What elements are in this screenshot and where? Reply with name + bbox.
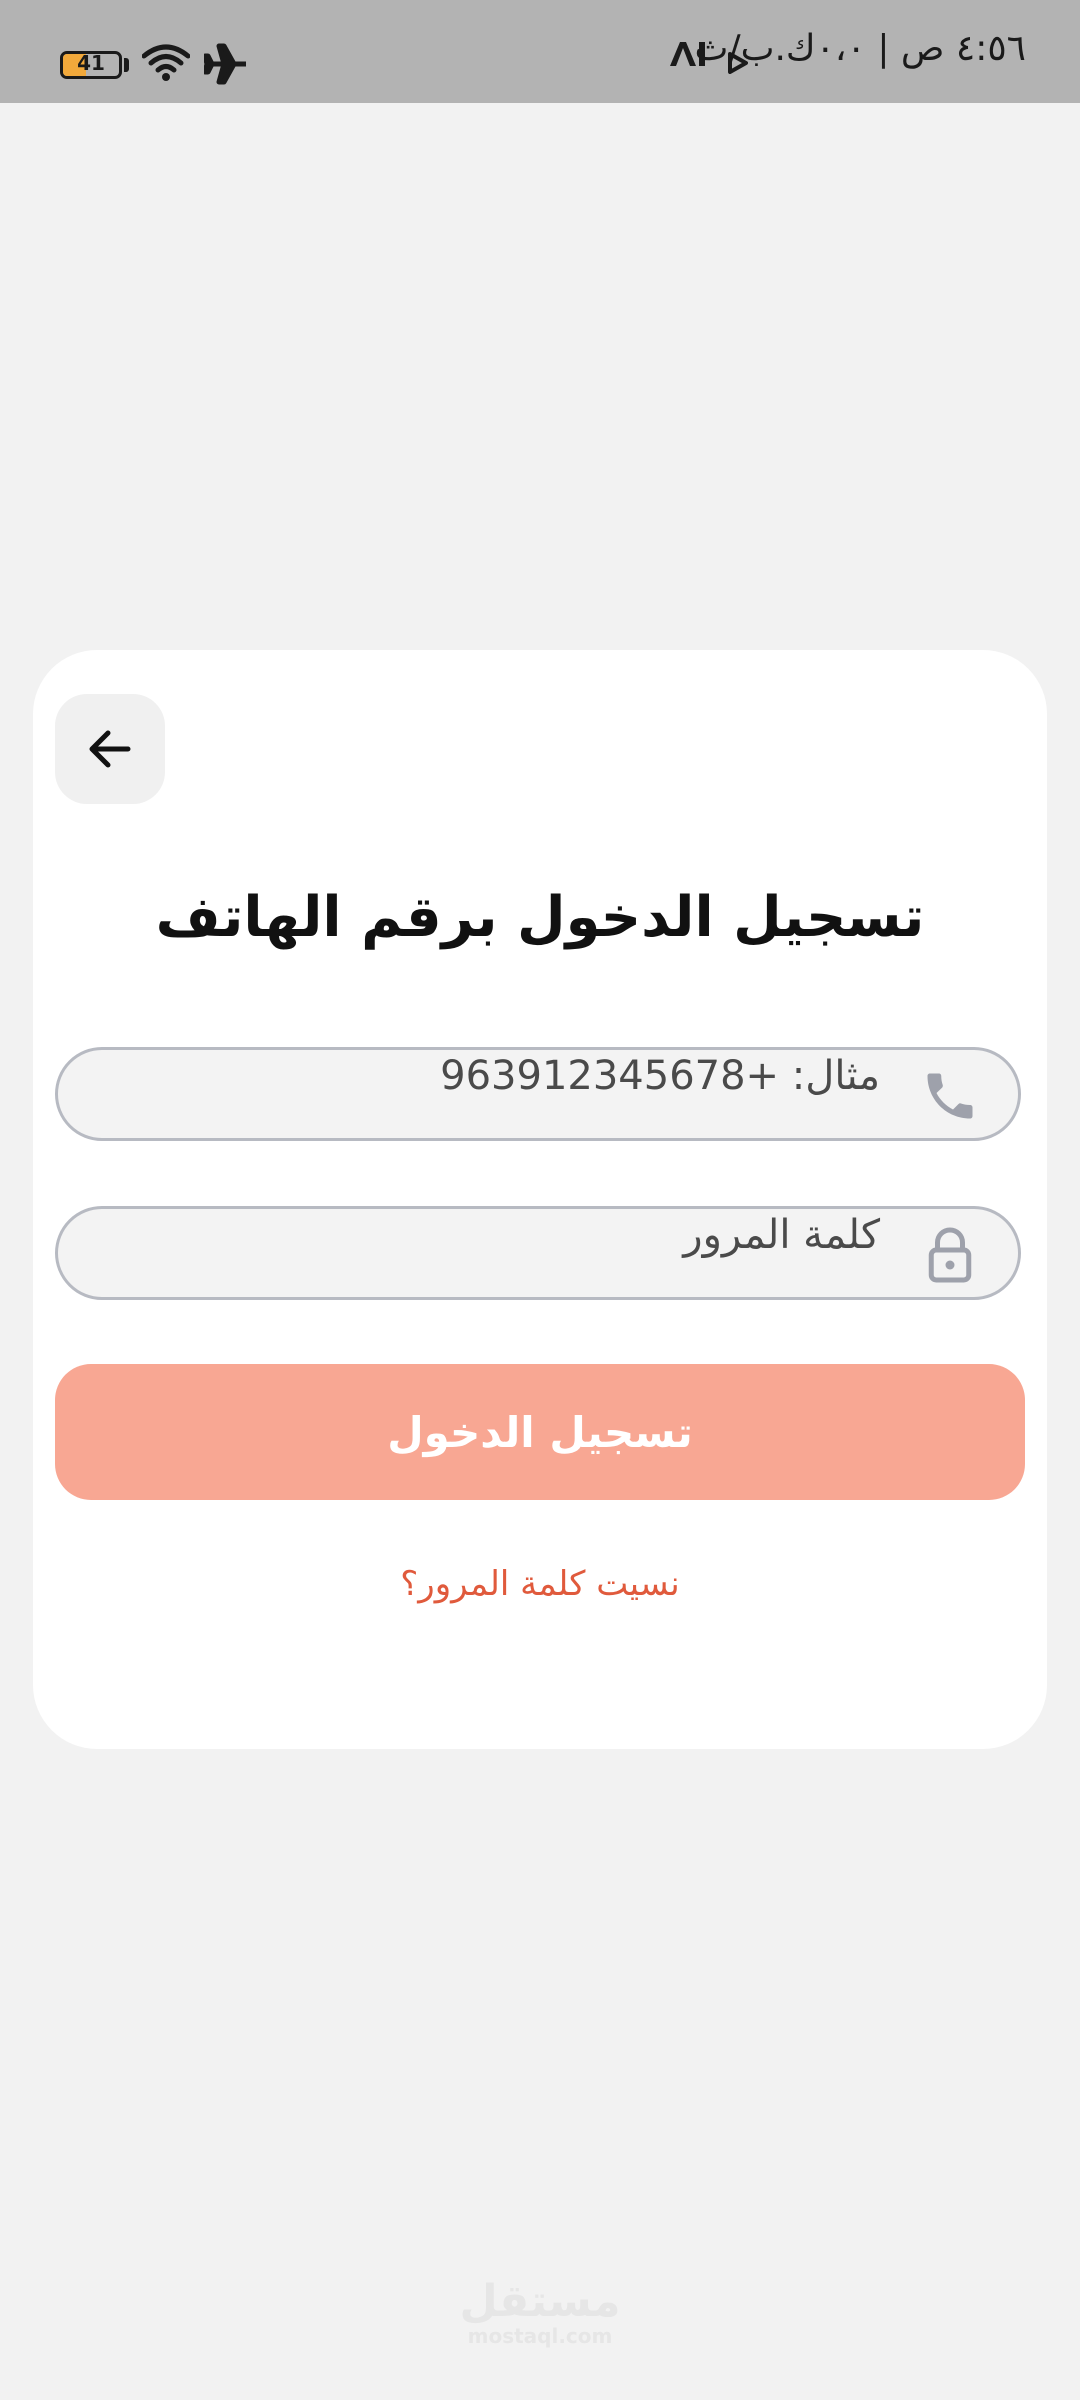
battery-icon: 41 [60, 51, 122, 79]
arrow-left-icon [89, 730, 131, 768]
lock-icon [928, 1227, 972, 1283]
phone-icon [927, 1073, 973, 1119]
forgot-password-link[interactable]: نسيت كلمة المرور؟ [33, 1564, 1047, 1604]
airplane-icon [204, 43, 246, 85]
phone-input[interactable]: مثال: +963912345678 [55, 1047, 1021, 1141]
mostaql-logo: مستقل mostaql.com [0, 2276, 1080, 2349]
status-bar: 41 ٤:٥٦ ص | ٠،٠ك.ب/ث [0, 0, 1080, 103]
login-card: تسجيل الدخول برقم الهاتف مثال: +96391234… [33, 650, 1047, 1749]
page-title: تسجيل الدخول برقم الهاتف [155, 885, 925, 950]
password-input[interactable]: كلمة المرور [55, 1206, 1021, 1300]
battery-level: 41 [77, 51, 105, 75]
back-button[interactable] [55, 694, 165, 804]
phone-placeholder: مثال: +963912345678 [440, 1053, 880, 1099]
logo-arabic: مستقل [459, 2276, 621, 2327]
battery-tip [124, 58, 129, 72]
wifi-icon [142, 44, 190, 81]
password-placeholder: كلمة المرور [683, 1212, 880, 1258]
login-button[interactable]: تسجيل الدخول [55, 1364, 1025, 1500]
logo-latin: mostaql.com [467, 2324, 613, 2348]
login-button-label: تسجيل الدخول [387, 1407, 693, 1457]
status-time: ٤:٥٦ ص | ٠،٠ك.ب/ث [694, 28, 1026, 69]
